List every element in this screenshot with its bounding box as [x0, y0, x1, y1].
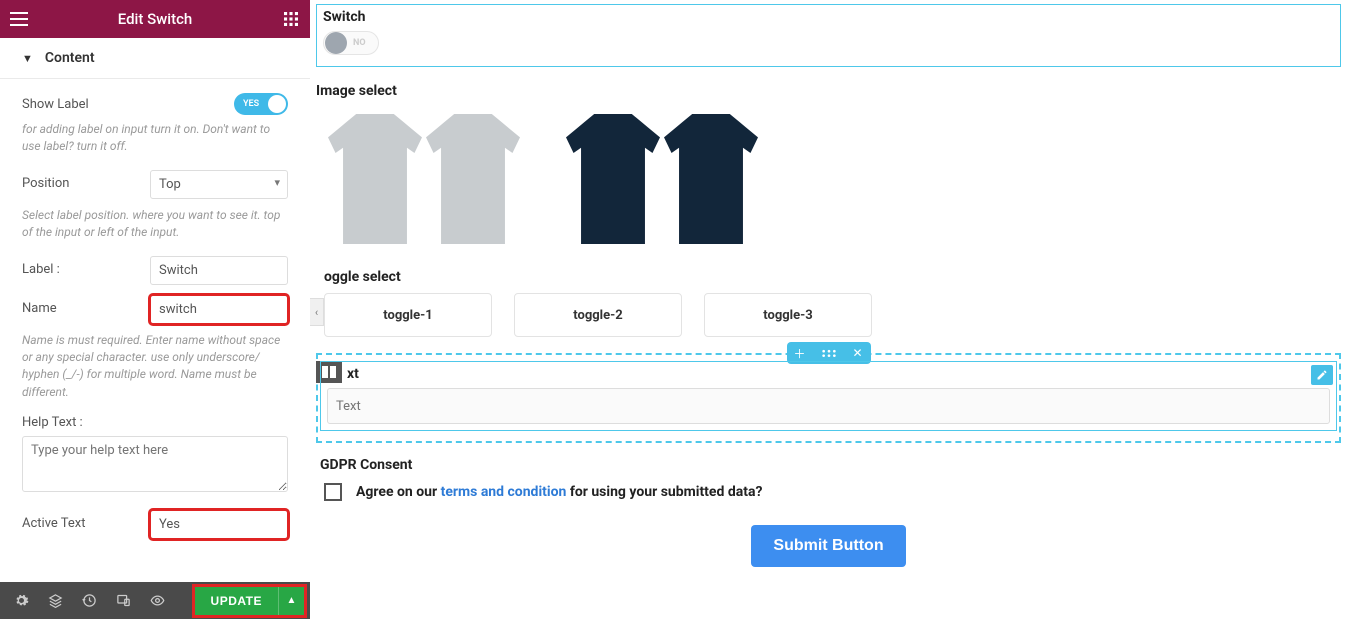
show-label-toggle[interactable]: YES: [234, 93, 288, 115]
apps-icon[interactable]: [282, 12, 300, 26]
gdpr-checkbox[interactable]: [324, 483, 342, 501]
label-input[interactable]: [150, 256, 288, 285]
sidebar-header: Edit Switch: [0, 0, 310, 38]
position-help: Select label position. where you want to…: [22, 207, 288, 242]
caret-down-icon: ▼: [22, 52, 33, 65]
name-help: Name is must required. Enter name withou…: [22, 332, 288, 402]
switch-widget[interactable]: Switch NO: [316, 4, 1341, 67]
gdpr-text-before: Agree on our: [356, 484, 441, 500]
active-text-input[interactable]: [150, 510, 288, 539]
show-label-help: for adding label on input turn it on. Do…: [22, 121, 288, 156]
help-text-input[interactable]: [22, 436, 288, 492]
switch-state-text: NO: [353, 38, 366, 48]
help-text-label: Help Text :: [22, 415, 83, 430]
toggle-option[interactable]: toggle-2: [514, 293, 682, 337]
gdpr-consent-text: Agree on our terms and condition for usi…: [356, 484, 762, 500]
history-icon[interactable]: [74, 587, 104, 615]
edit-widget-icon[interactable]: [1311, 365, 1333, 385]
name-field-label: Name: [22, 295, 150, 316]
layers-icon[interactable]: [40, 587, 70, 615]
show-label-label: Show Label: [22, 97, 89, 112]
accordion-title: Content: [45, 50, 95, 66]
update-dropdown[interactable]: ▲: [278, 587, 304, 615]
settings-icon[interactable]: [6, 587, 36, 615]
sidebar-content: Show Label YES for adding label on input…: [0, 79, 310, 582]
shirt-icon: [426, 114, 520, 244]
image-option-2[interactable]: [554, 105, 770, 253]
accordion-content[interactable]: ▼ Content: [0, 38, 310, 79]
toggle-option[interactable]: toggle-3: [704, 293, 872, 337]
image-select-label: Image select: [316, 83, 1341, 99]
preview-icon[interactable]: [142, 587, 172, 615]
label-field-label: Label :: [22, 256, 150, 277]
update-button[interactable]: UPDATE: [195, 587, 278, 615]
shirt-icon: [328, 114, 422, 244]
position-select[interactable]: Top: [150, 170, 288, 199]
switch-toggle[interactable]: NO: [323, 31, 379, 55]
text-section[interactable]: ＋ ✕ xt: [316, 353, 1341, 443]
panel-collapse-handle[interactable]: ‹: [310, 298, 324, 326]
panel-title: Edit Switch: [28, 10, 282, 28]
terms-link[interactable]: terms and condition: [441, 484, 567, 500]
sidebar: Edit Switch ▼ Content Show Label YES for…: [0, 0, 310, 619]
canvas: Switch NO Image select ‹ oggle select to…: [310, 0, 1347, 619]
gdpr-text-after: for using your submitted data?: [566, 484, 762, 500]
toggle-knob: [268, 95, 286, 113]
text-input[interactable]: [327, 388, 1330, 424]
position-label: Position: [22, 170, 150, 191]
hamburger-icon[interactable]: [10, 12, 28, 26]
shirt-icon: [566, 114, 660, 244]
gdpr-widget: GDPR Consent Agree on our terms and cond…: [316, 457, 1341, 501]
image-select-widget: Image select: [316, 83, 1341, 253]
show-label-toggle-text: YES: [243, 99, 259, 109]
toggle-select-label: oggle select: [324, 269, 1341, 285]
active-text-label: Active Text: [22, 510, 150, 531]
responsive-icon[interactable]: [108, 587, 138, 615]
shirt-icon: [664, 114, 758, 244]
toggle-option[interactable]: toggle-1: [324, 293, 492, 337]
toggle-select-widget: oggle select toggle-1 toggle-2 toggle-3: [316, 269, 1341, 337]
gdpr-label: GDPR Consent: [320, 457, 1341, 473]
name-input[interactable]: [150, 295, 288, 324]
submit-button[interactable]: Submit Button: [751, 525, 905, 567]
text-widget[interactable]: xt: [320, 361, 1337, 431]
sidebar-footer: UPDATE ▲: [0, 582, 310, 619]
text-widget-label: xt: [347, 366, 1330, 382]
image-option-1[interactable]: [316, 105, 532, 253]
switch-knob: [325, 32, 347, 54]
switch-label: Switch: [323, 9, 1334, 25]
